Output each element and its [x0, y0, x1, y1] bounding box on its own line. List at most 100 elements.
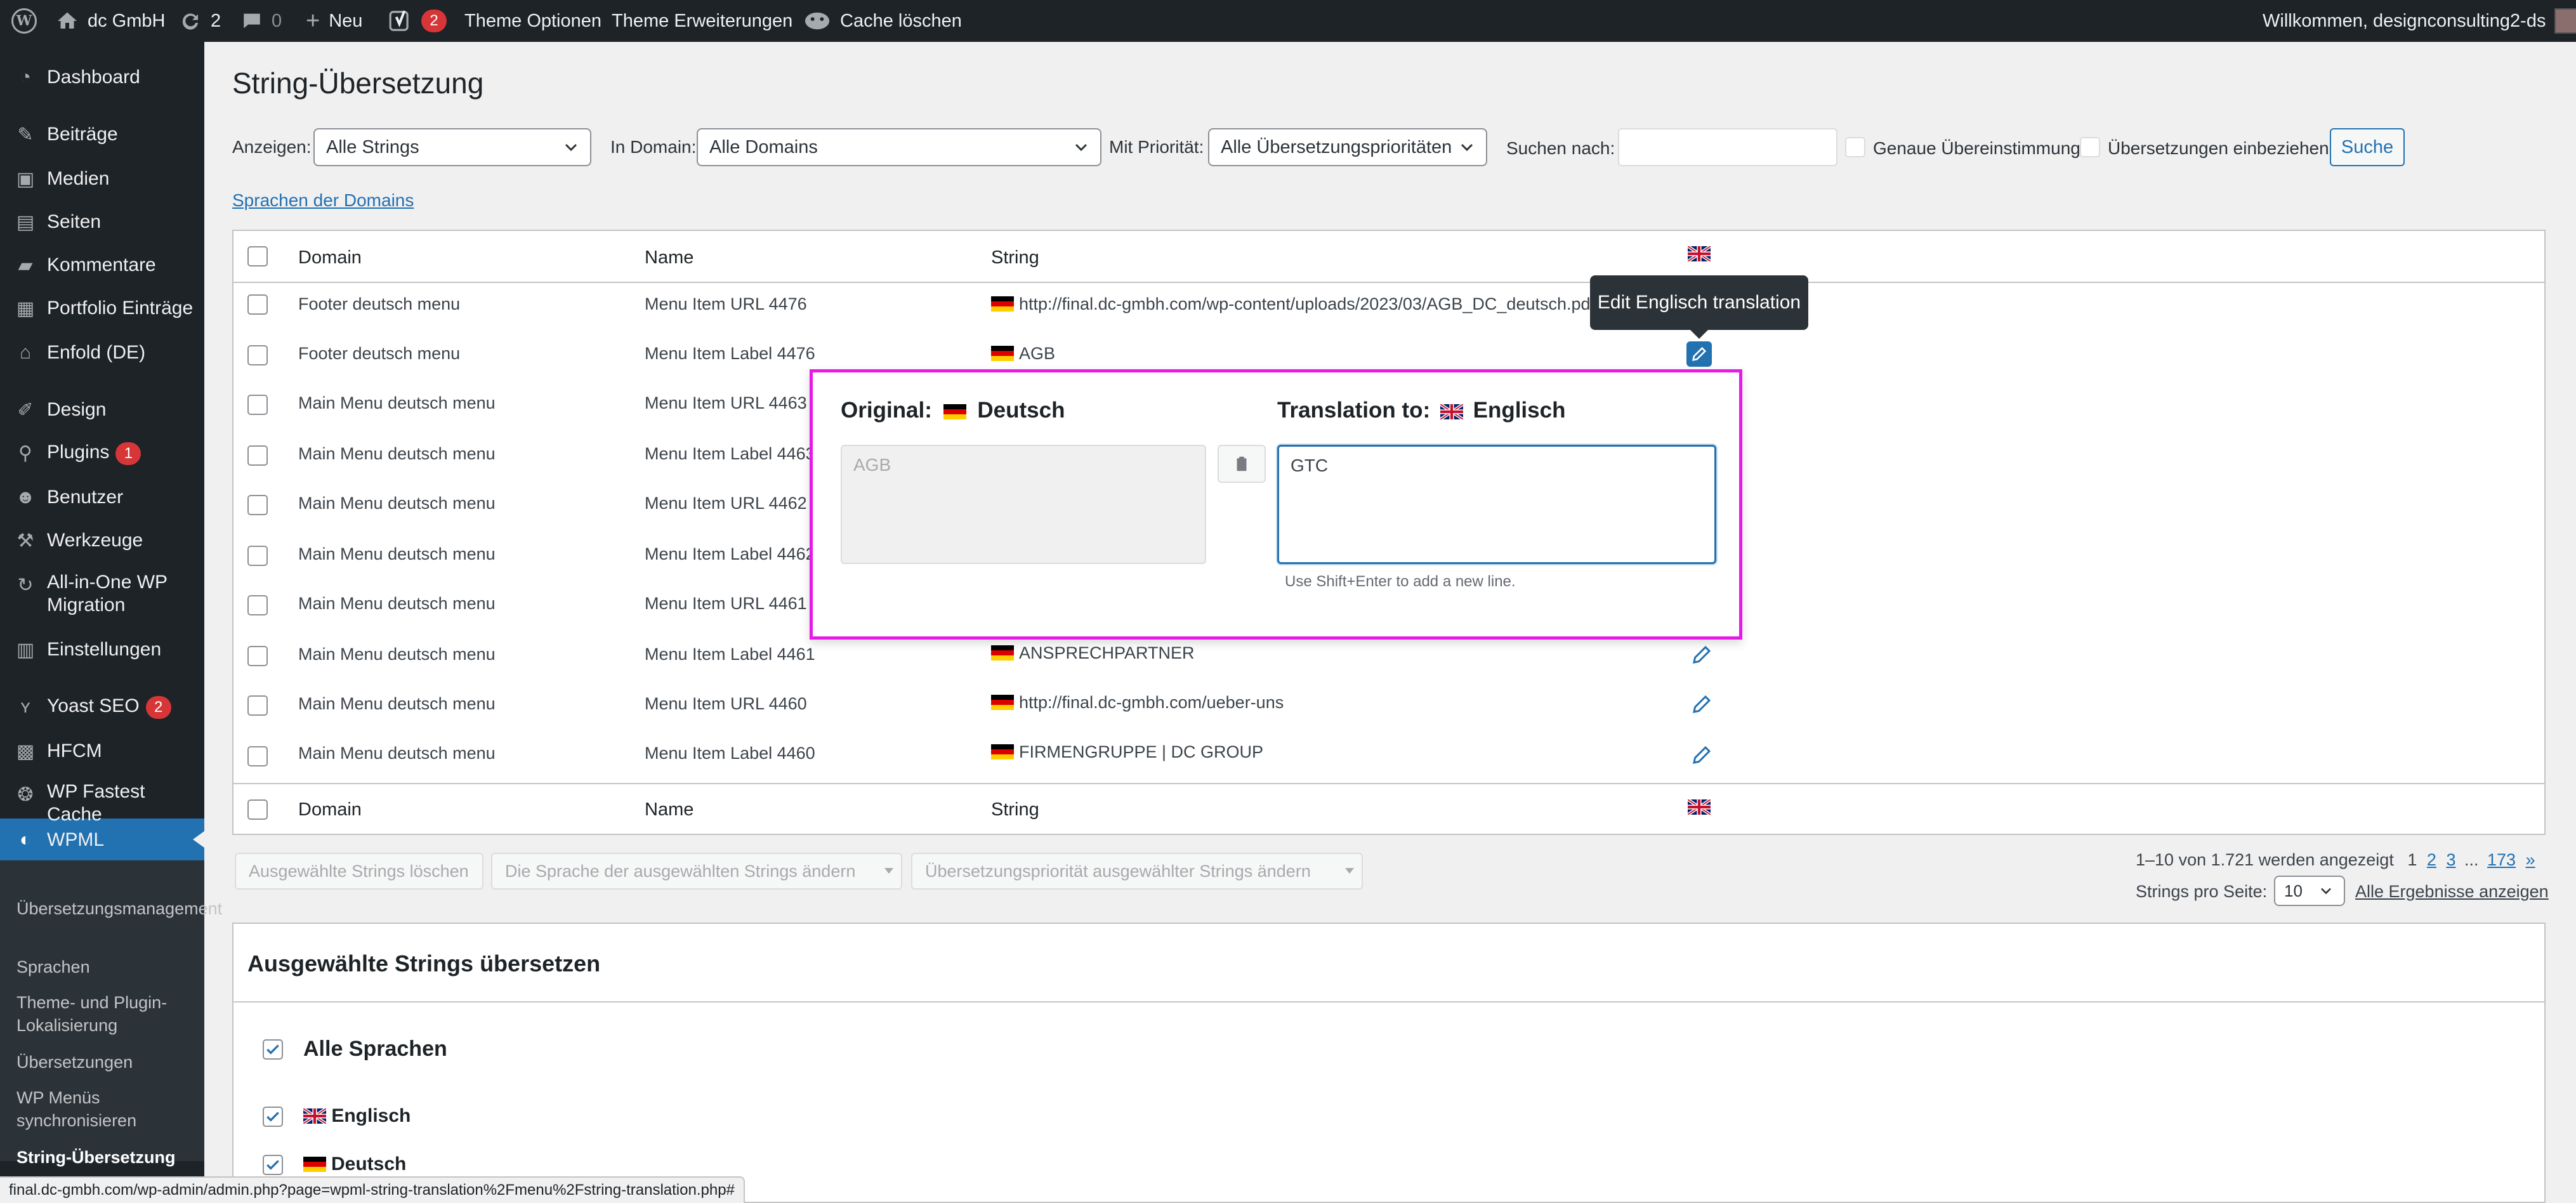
- edit-translation-tooltip: Edit Englisch translation: [1590, 275, 1808, 330]
- english-flag-icon: [1440, 404, 1463, 419]
- row-string: http://final.dc-gmbh.com/wp-content/uplo…: [991, 294, 1595, 314]
- yoast-adminbar-link[interactable]: 2: [388, 0, 447, 42]
- browser-status-bar: final.dc-gmbh.com/wp-admin/admin.php?pag…: [0, 1176, 745, 1203]
- updates-link[interactable]: 2: [179, 0, 221, 42]
- include-translations-checkbox[interactable]: [2080, 137, 2100, 157]
- sidebar-item-wpml[interactable]: ◐ WPML: [0, 827, 204, 853]
- comments-link[interactable]: 0: [241, 0, 282, 42]
- cache-clear-link[interactable]: Cache löschen: [803, 0, 962, 42]
- edit-translation-icon[interactable]: [1690, 643, 1713, 666]
- row-checkbox[interactable]: [247, 546, 268, 566]
- sidebar-item-hfcm[interactable]: ▩ HFCM: [0, 739, 204, 764]
- last-page-link[interactable]: 173: [2487, 850, 2516, 869]
- row-checkbox[interactable]: [247, 495, 268, 515]
- checkmark-icon: [266, 1044, 279, 1055]
- sidebar-item-portfolio[interactable]: ▦ Portfolio Einträge: [0, 296, 204, 321]
- column-domain[interactable]: Domain: [298, 247, 362, 268]
- row-checkbox[interactable]: [247, 445, 268, 466]
- sidebar-item-users[interactable]: ☻ Benutzer: [0, 485, 204, 510]
- row-checkbox[interactable]: [247, 746, 268, 766]
- row-checkbox[interactable]: [247, 695, 268, 716]
- page-3-link[interactable]: 3: [2446, 850, 2455, 869]
- show-label: Anzeigen:: [232, 137, 312, 157]
- german-flag-icon: [991, 645, 1014, 661]
- translation-textarea[interactable]: GTC: [1277, 445, 1716, 564]
- row-domain: Main Menu deutsch menu: [298, 393, 496, 412]
- edit-translation-button[interactable]: [1686, 341, 1712, 367]
- row-checkbox[interactable]: [247, 646, 268, 666]
- submenu-theme-plugin-localization[interactable]: Theme- und Plugin-Lokalisierung: [16, 991, 181, 1037]
- next-page-link[interactable]: »: [2526, 850, 2535, 869]
- my-account-link[interactable]: Willkommen, designconsulting2-ds: [2263, 0, 2576, 42]
- translation-editor-popup: Original: Deutsch Translation to: Englis…: [810, 369, 1742, 640]
- submenu-languages[interactable]: Sprachen: [16, 956, 200, 978]
- column-string[interactable]: String: [991, 247, 1039, 268]
- page-2-link[interactable]: 2: [2427, 850, 2436, 869]
- row-checkbox[interactable]: [247, 395, 268, 415]
- show-select[interactable]: Alle Strings: [313, 128, 591, 166]
- site-name-link[interactable]: dc GmbH: [56, 0, 165, 42]
- submenu-string-translation[interactable]: String-Übersetzung: [16, 1146, 200, 1169]
- sidebar-item-migration[interactable]: ↻ All-in-One WP Migration: [0, 571, 204, 619]
- migration-icon: ↻: [17, 574, 34, 596]
- sidebar-item-pages[interactable]: ▤ Seiten: [0, 209, 204, 235]
- comment-icon: ▰: [18, 254, 33, 276]
- theme-extensions-link[interactable]: Theme Erweiterungen: [612, 0, 792, 42]
- submenu-wp-menus-sync[interactable]: WP Menüs synchronisieren: [16, 1086, 162, 1132]
- select-all-checkbox-footer[interactable]: [247, 799, 268, 820]
- search-input[interactable]: [1618, 128, 1837, 166]
- theme-options-link[interactable]: Theme Optionen: [464, 0, 601, 42]
- edit-translation-icon[interactable]: [1690, 693, 1713, 716]
- german-checkbox[interactable]: [263, 1155, 283, 1175]
- select-all-checkbox[interactable]: [247, 246, 268, 266]
- exact-match-checkbox[interactable]: [1845, 137, 1865, 157]
- comment-icon: [244, 13, 260, 29]
- change-priority-select[interactable]: Übersetzungspriorität ausgewählter Strin…: [911, 853, 1363, 890]
- all-languages-checkbox[interactable]: [263, 1039, 283, 1060]
- column-name-footer[interactable]: Name: [645, 799, 693, 820]
- sidebar-item-enfold[interactable]: ⌂ Enfold (DE): [0, 340, 204, 365]
- english-checkbox[interactable]: [263, 1107, 283, 1127]
- sidebar-item-settings[interactable]: ▥ Einstellungen: [0, 637, 204, 662]
- sidebar-item-wp-fastest-cache[interactable]: ❂ WP Fastest Cache: [0, 780, 204, 829]
- copy-original-button[interactable]: [1218, 445, 1266, 483]
- sidebar-item-posts[interactable]: ✎ Beiträge: [0, 122, 204, 147]
- change-language-select[interactable]: Die Sprache der ausgewählten Strings änd…: [491, 853, 902, 890]
- row-checkbox[interactable]: [247, 345, 268, 365]
- show-all-results-link[interactable]: Alle Ergebnisse anzeigen: [2355, 882, 2549, 902]
- sidebar-item-tools[interactable]: ⚒ Werkzeuge: [0, 528, 204, 553]
- pagination: 1–10 von 1.721 werden angezeigt 1 2 3 ..…: [2136, 850, 2535, 870]
- column-domain-footer[interactable]: Domain: [298, 799, 362, 820]
- sidebar-item-yoast[interactable]: ʏ Yoast SEO 2: [0, 694, 204, 720]
- row-checkbox[interactable]: [247, 595, 268, 615]
- priority-select[interactable]: Alle Übersetzungsprioritäten: [1208, 128, 1487, 166]
- sidebar-item-plugins[interactable]: ⚲ Plugins 1: [0, 440, 204, 466]
- wordpress-logo-icon[interactable]: W: [11, 0, 37, 42]
- sidebar-item-media[interactable]: ▣ Medien: [0, 166, 204, 192]
- dashboard-icon: ◔: [19, 67, 32, 88]
- row-name: Menu Item Label 4476: [645, 344, 815, 363]
- translation-heading: Translation to: Englisch: [1277, 398, 1566, 423]
- edit-translation-icon[interactable]: [1690, 744, 1713, 766]
- row-name: Menu Item URL 4462: [645, 494, 807, 513]
- row-checkbox[interactable]: [247, 294, 268, 315]
- original-heading: Original: Deutsch: [841, 398, 1065, 423]
- submenu-translations[interactable]: Übersetzungen: [16, 1051, 200, 1074]
- new-content-link[interactable]: + Neu: [306, 0, 362, 42]
- column-name[interactable]: Name: [645, 247, 693, 268]
- row-string: http://final.dc-gmbh.com/ueber-uns: [991, 693, 1284, 713]
- domain-select[interactable]: Alle Domains: [697, 128, 1101, 166]
- sidebar-item-dashboard[interactable]: ◔ Dashboard: [0, 65, 204, 90]
- row-domain: Footer deutsch menu: [298, 294, 461, 313]
- delete-selected-button[interactable]: Ausgewählte Strings löschen: [235, 853, 483, 890]
- sidebar-item-comments[interactable]: ▰ Kommentare: [0, 253, 204, 278]
- per-page-select[interactable]: 10: [2274, 876, 2345, 906]
- domain-languages-link[interactable]: Sprachen der Domains: [232, 190, 414, 211]
- media-icon: ▣: [16, 168, 35, 190]
- sidebar-item-design[interactable]: ✐ Design: [0, 397, 204, 423]
- row-name: Menu Item URL 4476: [645, 294, 807, 313]
- translation-hint: Use Shift+Enter to add a new line.: [1285, 573, 1516, 590]
- search-button[interactable]: Suche: [2330, 128, 2405, 166]
- submenu-translation-management[interactable]: Übersetzungsmanagement: [16, 897, 222, 920]
- column-string-footer[interactable]: String: [991, 799, 1039, 820]
